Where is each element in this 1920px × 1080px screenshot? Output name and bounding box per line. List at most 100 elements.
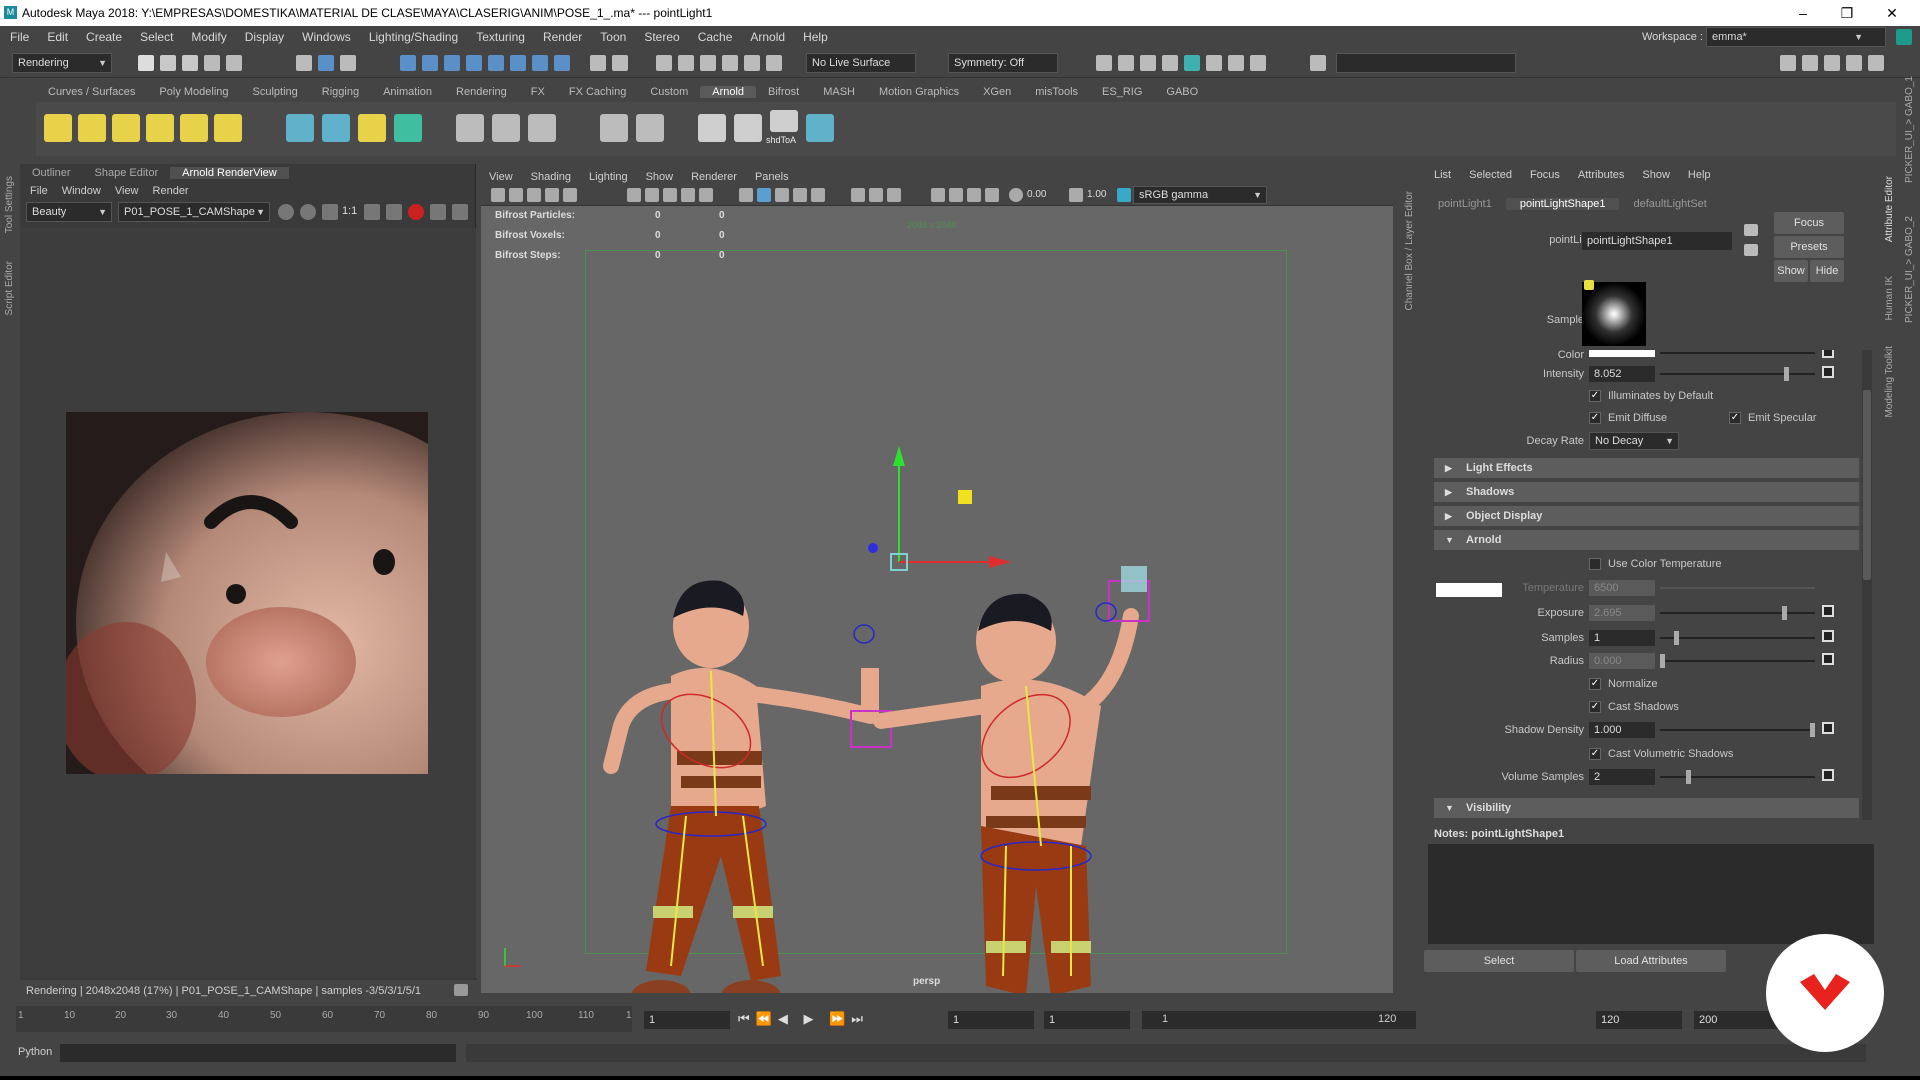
intensity-slider[interactable]	[1660, 373, 1815, 375]
node-name-field[interactable]: pointLightShape1	[1582, 232, 1732, 250]
snap-curve-icon[interactable]	[422, 55, 438, 71]
shelf-tab-mash[interactable]: MASH	[811, 86, 867, 98]
temperature-slider[interactable]	[1660, 587, 1815, 589]
light-editor-icon[interactable]	[1228, 55, 1244, 71]
tx-manager-icon[interactable]	[528, 114, 556, 142]
render-settings-icon[interactable]	[1162, 55, 1178, 71]
volume-samples-slider-knob[interactable]	[1686, 770, 1691, 784]
field-chart-icon[interactable]	[699, 188, 713, 202]
redo-icon[interactable]	[226, 55, 242, 71]
ae-tab-pointlightshape1[interactable]: pointLightShape1	[1505, 198, 1620, 210]
rename-icon[interactable]	[744, 55, 760, 71]
shelf-tab-poly[interactable]: Poly Modeling	[147, 86, 240, 98]
ae-tab-defaultlightset[interactable]: defaultLightSet	[1619, 198, 1720, 210]
ae-select-button[interactable]: Select	[1424, 950, 1574, 972]
photometric-light-icon[interactable]	[112, 114, 140, 142]
texture-manager-icon[interactable]	[456, 114, 484, 142]
section-light-effects[interactable]: ▶ Light Effects	[1434, 458, 1859, 478]
show-button[interactable]: Show	[1774, 260, 1808, 282]
view-transform-dropdown[interactable]: sRGB gamma ▼	[1133, 186, 1267, 204]
shelf-tab-motion-graphics[interactable]: Motion Graphics	[867, 86, 971, 98]
emit-diffuse-checkbox[interactable]: ✓	[1589, 412, 1601, 424]
volume-samples-map-button[interactable]	[1822, 769, 1834, 781]
undo-icon[interactable]	[204, 55, 220, 71]
relationship-icon[interactable]	[766, 55, 782, 71]
menu-modify[interactable]: Modify	[191, 30, 226, 44]
stop-render-icon[interactable]	[408, 204, 424, 220]
sign-in-icon[interactable]	[1780, 55, 1796, 71]
scene-3d[interactable]	[481, 206, 1393, 993]
aov-dropdown[interactable]: Beauty ▼	[26, 202, 112, 222]
history-icon[interactable]	[656, 55, 672, 71]
rv-menu-view[interactable]: View	[115, 185, 139, 197]
color-map-button[interactable]	[1822, 350, 1834, 358]
render-region-icon[interactable]	[278, 204, 294, 220]
playback-controls[interactable]: ⏮⏪◀ ▶ ⏩⏭	[738, 1011, 869, 1027]
language-label[interactable]: Python	[18, 1046, 52, 1058]
ae-menu-help[interactable]: Help	[1688, 169, 1711, 181]
light-portal-icon[interactable]	[180, 114, 208, 142]
shelf-tab-rigging[interactable]: Rigging	[310, 86, 371, 98]
diagnostics-icon[interactable]	[430, 204, 446, 220]
material-assign-icon[interactable]	[636, 114, 664, 142]
render-settings-arnold-icon[interactable]	[806, 114, 834, 142]
menu-edit[interactable]: Edit	[47, 30, 68, 44]
camera-lock-icon[interactable]	[509, 188, 523, 202]
exposure-field[interactable]: 2.695	[1589, 605, 1655, 621]
menu-select[interactable]: Select	[140, 30, 173, 44]
frame-icon[interactable]	[364, 204, 380, 220]
gamma-icon[interactable]	[1069, 188, 1083, 202]
vp-menu-lighting[interactable]: Lighting	[589, 171, 628, 183]
menu-toon[interactable]: Toon	[600, 30, 626, 44]
shelf-tab-custom[interactable]: Custom	[638, 86, 700, 98]
section-object-display[interactable]: ▶ Object Display	[1434, 506, 1859, 526]
emit-specular-checkbox[interactable]: ✓	[1729, 412, 1741, 424]
section-visibility[interactable]: ▼ Visibility	[1434, 798, 1859, 818]
workspace-dropdown[interactable]: emma* ▼	[1706, 27, 1886, 47]
volume-samples-slider[interactable]	[1660, 776, 1815, 778]
tab-arnold-renderview[interactable]: Arnold RenderView	[170, 167, 289, 179]
film-gate-icon[interactable]	[645, 188, 659, 202]
lock-icon[interactable]	[1896, 29, 1912, 45]
camera-select-icon[interactable]	[491, 188, 505, 202]
radius-map-button[interactable]	[1822, 653, 1834, 665]
color-management-icon[interactable]	[1117, 188, 1131, 202]
snap-surface-icon[interactable]	[488, 55, 504, 71]
exposure-map-button[interactable]	[1822, 605, 1834, 617]
close-button[interactable]: ✕	[1882, 4, 1902, 22]
zoom-icon[interactable]	[322, 204, 338, 220]
normalize-checkbox[interactable]: ✓	[1589, 678, 1601, 690]
ipr-render-icon[interactable]	[1140, 55, 1156, 71]
wireframe-icon[interactable]	[739, 188, 753, 202]
standin-icon[interactable]	[286, 114, 314, 142]
menu-create[interactable]: Create	[86, 30, 122, 44]
highlight-selection-icon[interactable]	[612, 55, 628, 71]
exposure-icon[interactable]	[1009, 188, 1023, 202]
paint-select-icon[interactable]	[340, 55, 356, 71]
menu-file[interactable]: File	[10, 30, 29, 44]
shadow-density-slider[interactable]	[1660, 729, 1815, 731]
textured-icon[interactable]	[793, 188, 807, 202]
shelf-tab-animation[interactable]: Animation	[371, 86, 444, 98]
wireframe-on-shaded-icon[interactable]	[775, 188, 789, 202]
focus-button[interactable]: Focus	[1774, 212, 1844, 234]
new-scene-icon[interactable]	[138, 55, 154, 71]
rv-menu-window[interactable]: Window	[62, 185, 101, 197]
export-standin-icon[interactable]	[322, 114, 350, 142]
radius-field[interactable]: 0.000	[1589, 653, 1655, 669]
motion-blur-icon[interactable]	[887, 188, 901, 202]
picker-gabo2-tab[interactable]: PICKER_UI_> GABO_2	[1904, 216, 1915, 323]
menu-arnold[interactable]: Arnold	[750, 30, 785, 44]
samples-field[interactable]: 1	[1589, 630, 1655, 646]
attribute-editor-tab[interactable]: Attribute Editor	[1884, 176, 1895, 242]
skydome-light-icon[interactable]	[146, 114, 174, 142]
flush-caches-icon[interactable]	[492, 114, 520, 142]
human-ik-tab[interactable]: Human IK	[1884, 276, 1895, 320]
output-ops-icon[interactable]	[722, 55, 738, 71]
render-view-eye-icon[interactable]	[698, 114, 726, 142]
smooth-shade-icon[interactable]	[757, 188, 771, 202]
tab-shape-editor[interactable]: Shape Editor	[83, 167, 171, 179]
snap-vertex-icon[interactable]	[532, 55, 548, 71]
snap-edge-icon[interactable]	[554, 55, 570, 71]
color-swatch[interactable]	[1589, 350, 1655, 357]
